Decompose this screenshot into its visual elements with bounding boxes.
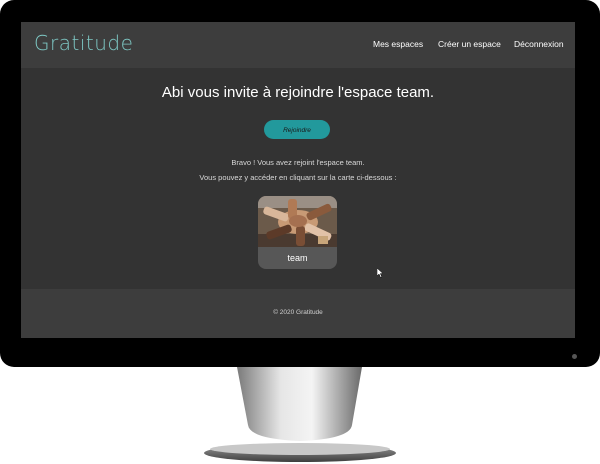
copyright-text: © 2020 Gratitude: [273, 309, 323, 316]
nav-link-deconnexion[interactable]: Déconnexion: [514, 39, 564, 49]
browser-viewport: Gratitude Mes espaces Créer un espace Dé…: [21, 22, 575, 338]
monitor-stand: [204, 367, 396, 462]
brand-logo[interactable]: Gratitude: [34, 31, 133, 55]
power-indicator-icon: [572, 354, 577, 359]
mouse-cursor-icon: [377, 268, 384, 278]
space-card-label: team: [287, 253, 308, 263]
space-card[interactable]: team: [258, 196, 337, 269]
navbar: Gratitude Mes espaces Créer un espace Dé…: [21, 22, 575, 68]
footer: © 2020 Gratitude: [21, 289, 575, 338]
join-button[interactable]: Rejoindre: [264, 120, 330, 139]
instruction-message: Vous pouvez y accéder en cliquant sur la…: [199, 173, 397, 182]
team-hands-image: [258, 196, 337, 247]
nav-link-creer-espace[interactable]: Créer un espace: [438, 39, 501, 49]
monitor-bezel: Gratitude Mes espaces Créer un espace Dé…: [0, 0, 600, 367]
page-title: Abi vous invite à rejoindre l'espace tea…: [161, 84, 435, 101]
success-message: Bravo ! Vous avez rejoint l'espace team.: [231, 158, 365, 167]
nav-link-mes-espaces[interactable]: Mes espaces: [373, 39, 423, 49]
main-content: Abi vous invite à rejoindre l'espace tea…: [21, 68, 575, 289]
